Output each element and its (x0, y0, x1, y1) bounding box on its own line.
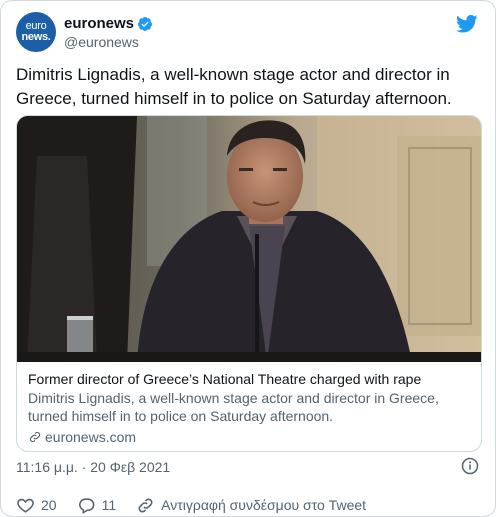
like-count: 20 (41, 497, 57, 513)
card-domain-text: euronews.com (45, 429, 137, 445)
copy-link-button[interactable]: Αντιγραφή συνδέσμου στο Tweet (136, 496, 366, 515)
avatar[interactable]: euro news. (16, 12, 56, 52)
twitter-bird-icon[interactable] (456, 14, 478, 34)
tweet-header: euro news. euronews @euronews (16, 12, 480, 56)
reply-count: 11 (101, 497, 117, 513)
info-icon[interactable] (461, 457, 479, 475)
reply-button[interactable]: 11 (77, 496, 117, 515)
display-name-text: euronews (64, 15, 135, 32)
copy-link-label: Αντιγραφή συνδέσμου στο Tweet (161, 497, 367, 513)
reply-icon (78, 497, 94, 514)
card-title: Former director of Greece’s National The… (28, 371, 422, 387)
tweet-actions: 20 11 Αντιγραφή συνδέσμου στο Tweet (16, 495, 386, 515)
handle[interactable]: @euronews (64, 34, 153, 50)
tweet-embed: euro news. euronews @euronews Dimitris L… (0, 0, 496, 517)
author-names: euronews @euronews (64, 15, 153, 50)
card-description: Dimitris Lignadis, a well-known stage ac… (28, 390, 439, 424)
avatar-text-bottom: news. (21, 31, 51, 43)
card-body: Former director of Greece’s National The… (28, 370, 478, 446)
like-button[interactable]: 20 (16, 496, 57, 515)
link-icon (29, 431, 41, 443)
card-photo (17, 116, 481, 362)
link-icon (138, 498, 153, 512)
heart-icon (17, 498, 34, 513)
verified-badge-icon (137, 16, 153, 32)
tweet-timestamp[interactable]: 11:16 μ.μ. · 20 Φεβ 2021 (16, 459, 170, 475)
link-card[interactable]: Former director of Greece’s National The… (16, 115, 482, 452)
tweet-text: Dimitris Lignadis, a well-known stage ac… (16, 65, 452, 108)
card-domain: euronews.com (28, 428, 478, 446)
display-name[interactable]: euronews (64, 15, 153, 32)
